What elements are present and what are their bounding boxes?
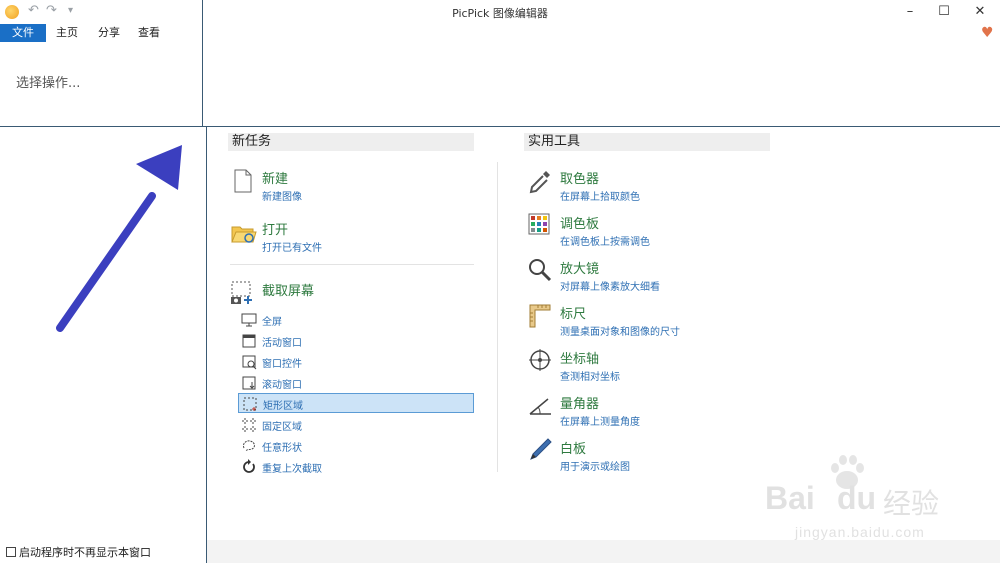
protractor-icon [529,398,551,415]
tab-home[interactable]: 主页 [46,24,88,42]
checkbox-icon[interactable] [6,547,16,557]
capture-screen-item[interactable]: 截取屏幕 [230,278,470,306]
repeat-icon [243,459,255,473]
color-palette-subtitle: 在调色板上按需调色 [560,237,650,248]
color-picker-subtitle: 在屏幕上拾取颜色 [560,192,640,203]
capture-fullscreen[interactable]: 全屏 [238,310,474,330]
crosshair-subtitle: 查测相对坐标 [560,372,620,383]
arrow-annotation [56,145,182,332]
minimize-button[interactable]: – [893,2,927,22]
select-operation-label: 选择操作... [16,76,81,91]
divider [206,126,207,563]
baidu-watermark: Bai du 经验 jingyan.baidu.com [765,452,990,552]
tab-file[interactable]: 文件 [0,24,46,42]
title-bar: ↶ ↷ ▾ PicPick 图像编辑器 – ☐ ✕ [0,0,1000,24]
capture-screen-icon [231,281,252,304]
color-palette-item[interactable]: 调色板 在调色板上按需调色 [526,211,766,251]
crosshair-item[interactable]: 坐标轴 查测相对坐标 [526,346,766,386]
protractor-subtitle: 在屏幕上测量角度 [560,417,640,428]
eyedropper-icon [529,171,550,194]
monitor-icon [241,313,257,327]
whiteboard-subtitle: 用于演示或绘图 [560,462,630,473]
window-title: PicPick 图像编辑器 [452,7,548,20]
tab-view[interactable]: 查看 [128,24,170,42]
startup-checkbox-label: 启动程序时不再显示本窗口 [19,546,151,559]
ruler-icon [529,304,551,328]
color-picker-item[interactable]: 取色器 在屏幕上拾取颜色 [526,166,766,206]
scroll-window-icon [242,376,256,390]
divider [0,126,1000,127]
divider [202,0,203,126]
protractor-title: 量角器 [560,397,600,412]
startup-checkbox[interactable]: 启动程序时不再显示本窗口 [6,544,151,560]
watermark-cn: 经验 [883,488,940,519]
open-file-item[interactable]: 打开 打开已有文件 [230,217,470,257]
open-subtitle: 打开已有文件 [262,243,322,254]
window-control-icon [242,355,257,370]
capture-freehand-label: 任意形状 [262,443,302,454]
ruler-item[interactable]: 标尺 测量桌面对象和图像的尺寸 [526,301,766,341]
capture-rectangle-region[interactable]: 矩形区域 [238,393,474,413]
tools-header: 实用工具 [524,133,770,151]
magnifier-item[interactable]: 放大镜 对屏幕上像素放大细看 [526,256,766,296]
open-folder-icon [231,226,257,243]
crosshair-title: 坐标轴 [560,352,600,367]
divider [497,162,498,472]
ruler-subtitle: 测量桌面对象和图像的尺寸 [560,327,680,338]
new-title: 新建 [262,172,289,187]
capture-fixed-region[interactable]: 固定区域 [238,415,474,435]
capture-fullscreen-label: 全屏 [262,317,282,328]
watermark-url: jingyan.baidu.com [795,524,925,540]
capture-active-window[interactable]: 活动窗口 [238,331,474,351]
magnifier-icon [529,259,552,282]
palette-icon [528,213,550,235]
close-button[interactable]: ✕ [963,2,997,22]
capture-scrolling-window[interactable]: 滚动窗口 [238,373,474,393]
capture-active-window-label: 活动窗口 [262,338,302,349]
capture-scrolling-window-label: 滚动窗口 [262,380,302,391]
tab-share[interactable]: 分享 [88,24,130,42]
heart-icon[interactable]: ♥ [981,25,994,41]
fixed-region-icon [242,418,256,432]
divider [230,264,474,265]
magnifier-title: 放大镜 [560,262,600,277]
freehand-shape-icon [243,440,255,452]
watermark-brand-2: du [837,480,877,516]
color-picker-title: 取色器 [560,172,600,187]
rectangle-region-icon [243,397,257,411]
capture-window-control-label: 窗口控件 [262,359,302,370]
capture-window-control[interactable]: 窗口控件 [238,352,474,372]
whiteboard-item[interactable]: 白板 用于演示或绘图 [526,436,766,476]
new-tasks-header: 新任务 [228,133,474,151]
new-subtitle: 新建图像 [262,192,302,203]
ruler-title: 标尺 [560,307,587,322]
capture-repeat-last[interactable]: 重复上次截取 [238,457,474,477]
maximize-button[interactable]: ☐ [927,2,961,22]
crosshair-icon [529,349,551,371]
capture-title: 截取屏幕 [262,284,315,299]
whiteboard-title: 白板 [560,442,587,457]
protractor-item[interactable]: 量角器 在屏幕上测量角度 [526,391,766,431]
new-image-item[interactable]: 新建 新建图像 [230,166,470,206]
magnifier-subtitle: 对屏幕上像素放大细看 [560,282,660,293]
color-palette-title: 调色板 [560,217,600,232]
capture-repeat-last-label: 重复上次截取 [262,464,322,475]
window-icon [242,334,256,348]
pen-icon [530,438,552,460]
watermark-brand: Bai [765,480,815,516]
new-file-icon [234,169,252,193]
capture-freehand[interactable]: 任意形状 [238,436,474,456]
capture-rectangle-region-label: 矩形区域 [263,401,303,412]
capture-fixed-region-label: 固定区域 [262,422,302,433]
open-title: 打开 [262,223,289,238]
